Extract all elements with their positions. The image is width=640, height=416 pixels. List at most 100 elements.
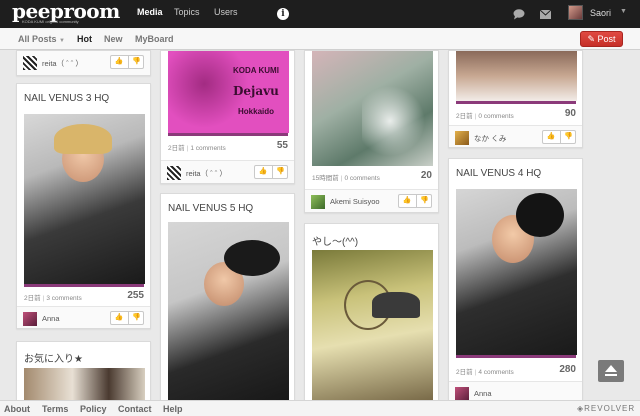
- revolver-brand-label: REVOLVER: [584, 404, 636, 413]
- post-card[interactable]: NAIL VENUS 5 HQ: [160, 193, 295, 408]
- post-card[interactable]: reita（ ˆ ˆ ） 👍 👎: [16, 50, 151, 76]
- user-avatar[interactable]: [311, 195, 325, 209]
- image-divider: [456, 101, 576, 104]
- card-footer: なか くみ 👍 👎: [449, 125, 582, 147]
- vote-buttons: 👍 👎: [542, 130, 576, 144]
- thumbs-down-icon[interactable]: 👎: [560, 131, 576, 143]
- tab-myboard[interactable]: MyBoard: [135, 34, 174, 44]
- post-author[interactable]: reita（ ˆ ˆ ）: [186, 168, 227, 179]
- post-author[interactable]: reita（ ˆ ˆ ）: [42, 58, 83, 69]
- card-footer: Akemi Suisyoo 👍 👎: [305, 189, 438, 212]
- comment-count[interactable]: 0 comments: [344, 175, 379, 182]
- post-title[interactable]: NAIL VENUS 4 HQ: [456, 168, 541, 179]
- post-image[interactable]: [456, 189, 577, 355]
- thumbs-down-icon[interactable]: 👎: [272, 166, 288, 178]
- post-time: 2日前: [24, 295, 41, 302]
- post-meta: 2日前 | 1 comments 55: [168, 140, 288, 152]
- post-card[interactable]: お気に入り★: [16, 341, 151, 401]
- thumbs-down-icon[interactable]: 👎: [128, 312, 144, 324]
- revolver-brand[interactable]: ◈REVOLVER: [577, 404, 635, 413]
- post-image[interactable]: [456, 51, 577, 101]
- post-time: 2日前: [168, 145, 185, 152]
- post-image[interactable]: [24, 368, 145, 400]
- post-meta: 2日前 | 4 comments 280: [456, 364, 576, 376]
- footer-link-terms[interactable]: Terms: [42, 404, 68, 414]
- post-author[interactable]: なか くみ: [474, 133, 506, 144]
- post-title[interactable]: NAIL VENUS 5 HQ: [168, 203, 253, 214]
- post-time: 15時間前: [312, 175, 339, 182]
- tab-all-posts[interactable]: All Posts ▼: [18, 34, 65, 44]
- user-menu-caret-icon[interactable]: ▼: [620, 8, 627, 15]
- user-avatar[interactable]: [23, 312, 37, 326]
- post-image[interactable]: [312, 250, 433, 407]
- user-avatar[interactable]: [455, 387, 469, 401]
- footer-link-contact[interactable]: Contact: [118, 404, 152, 414]
- thumbs-up-icon[interactable]: 👍: [111, 56, 127, 68]
- post-meta: 15時間前 | 0 comments 20: [312, 170, 432, 182]
- post-button[interactable]: ✎ Post: [580, 31, 623, 47]
- user-avatar[interactable]: [568, 5, 583, 20]
- user-avatar[interactable]: [167, 166, 181, 180]
- post-author[interactable]: Anna: [42, 314, 60, 323]
- nav-media[interactable]: Media: [137, 7, 163, 17]
- post-button-label: Post: [597, 34, 616, 44]
- post-title[interactable]: お気に入り★: [24, 350, 83, 365]
- post-score: 20: [420, 170, 432, 181]
- chat-bubble-icon[interactable]: [513, 9, 525, 20]
- footer-link-policy[interactable]: Policy: [80, 404, 107, 414]
- vote-buttons: 👍 👎: [398, 194, 432, 208]
- post-title[interactable]: NAIL VENUS 3 HQ: [24, 93, 109, 104]
- chevron-down-icon: ▼: [59, 38, 65, 44]
- post-card[interactable]: 15時間前 | 0 comments 20 Akemi Suisyoo 👍 👎: [304, 50, 439, 213]
- post-image[interactable]: [168, 222, 289, 407]
- peeproom-logo[interactable]: peeproom KODA KUMI original community: [12, 0, 120, 24]
- user-avatar[interactable]: [455, 131, 469, 145]
- post-title[interactable]: やし〜(^^): [312, 233, 358, 248]
- user-name[interactable]: Saori: [590, 8, 611, 18]
- post-image[interactable]: KODA KUMI Dejavu Hokkaido: [168, 51, 289, 133]
- thumbs-down-icon[interactable]: 👎: [128, 56, 144, 68]
- pencil-icon: ✎: [587, 34, 595, 44]
- vote-buttons: 👍 👎: [254, 165, 288, 179]
- comment-count[interactable]: 4 comments: [478, 369, 513, 376]
- post-image[interactable]: [312, 51, 433, 166]
- nav-users[interactable]: Users: [214, 7, 238, 17]
- comment-count[interactable]: 0 comments: [478, 113, 513, 120]
- post-image[interactable]: [24, 114, 145, 284]
- tab-new[interactable]: New: [104, 34, 123, 44]
- thumbs-up-icon[interactable]: 👍: [543, 131, 559, 143]
- mail-icon[interactable]: [540, 10, 551, 19]
- card-footer: Anna 👍 👎: [17, 306, 150, 328]
- post-card[interactable]: 2日前 | 0 comments 90 なか くみ 👍 👎: [448, 50, 583, 148]
- top-navigation-bar: peeproom KODA KUMI original community Me…: [0, 0, 640, 28]
- nav-topics[interactable]: Topics: [174, 7, 200, 17]
- card-footer: reita（ ˆ ˆ ） 👍 👎: [17, 51, 150, 75]
- footer-link-about[interactable]: About: [4, 404, 30, 414]
- post-time: 2日前: [456, 113, 473, 120]
- post-author[interactable]: Anna: [474, 389, 492, 398]
- image-caption: Dejavu: [233, 84, 279, 98]
- post-author[interactable]: Akemi Suisyoo: [330, 197, 380, 206]
- scroll-to-top-button[interactable]: [598, 360, 624, 382]
- post-card[interactable]: NAIL VENUS 3 HQ 2日前 | 3 comments 255 Anna 👍…: [16, 83, 151, 329]
- logo-subtitle: KODA KUMI original community: [22, 19, 79, 24]
- post-time: 2日前: [456, 369, 473, 376]
- thumbs-down-icon[interactable]: 👎: [416, 195, 432, 207]
- info-icon[interactable]: i: [277, 8, 289, 20]
- comment-count[interactable]: 1 comments: [190, 145, 225, 152]
- footer-link-help[interactable]: Help: [163, 404, 183, 414]
- image-divider: [168, 133, 288, 136]
- post-card[interactable]: NAIL VENUS 4 HQ 2日前 | 4 comments 280 Anna: [448, 158, 583, 404]
- post-card[interactable]: やし〜(^^): [304, 223, 439, 408]
- tab-hot[interactable]: Hot: [77, 34, 92, 44]
- filter-bar: All Posts ▼ Hot New MyBoard ✎ Post: [0, 28, 640, 50]
- thumbs-up-icon[interactable]: 👍: [255, 166, 271, 178]
- thumbs-up-icon[interactable]: 👍: [399, 195, 415, 207]
- vote-buttons: 👍 👎: [110, 55, 144, 69]
- post-score: 90: [564, 108, 576, 119]
- user-avatar[interactable]: [23, 56, 37, 70]
- comment-count[interactable]: 3 comments: [46, 295, 81, 302]
- post-card[interactable]: KODA KUMI Dejavu Hokkaido 2日前 | 1 comments…: [160, 50, 295, 184]
- portrait-cap: [372, 292, 420, 318]
- thumbs-up-icon[interactable]: 👍: [111, 312, 127, 324]
